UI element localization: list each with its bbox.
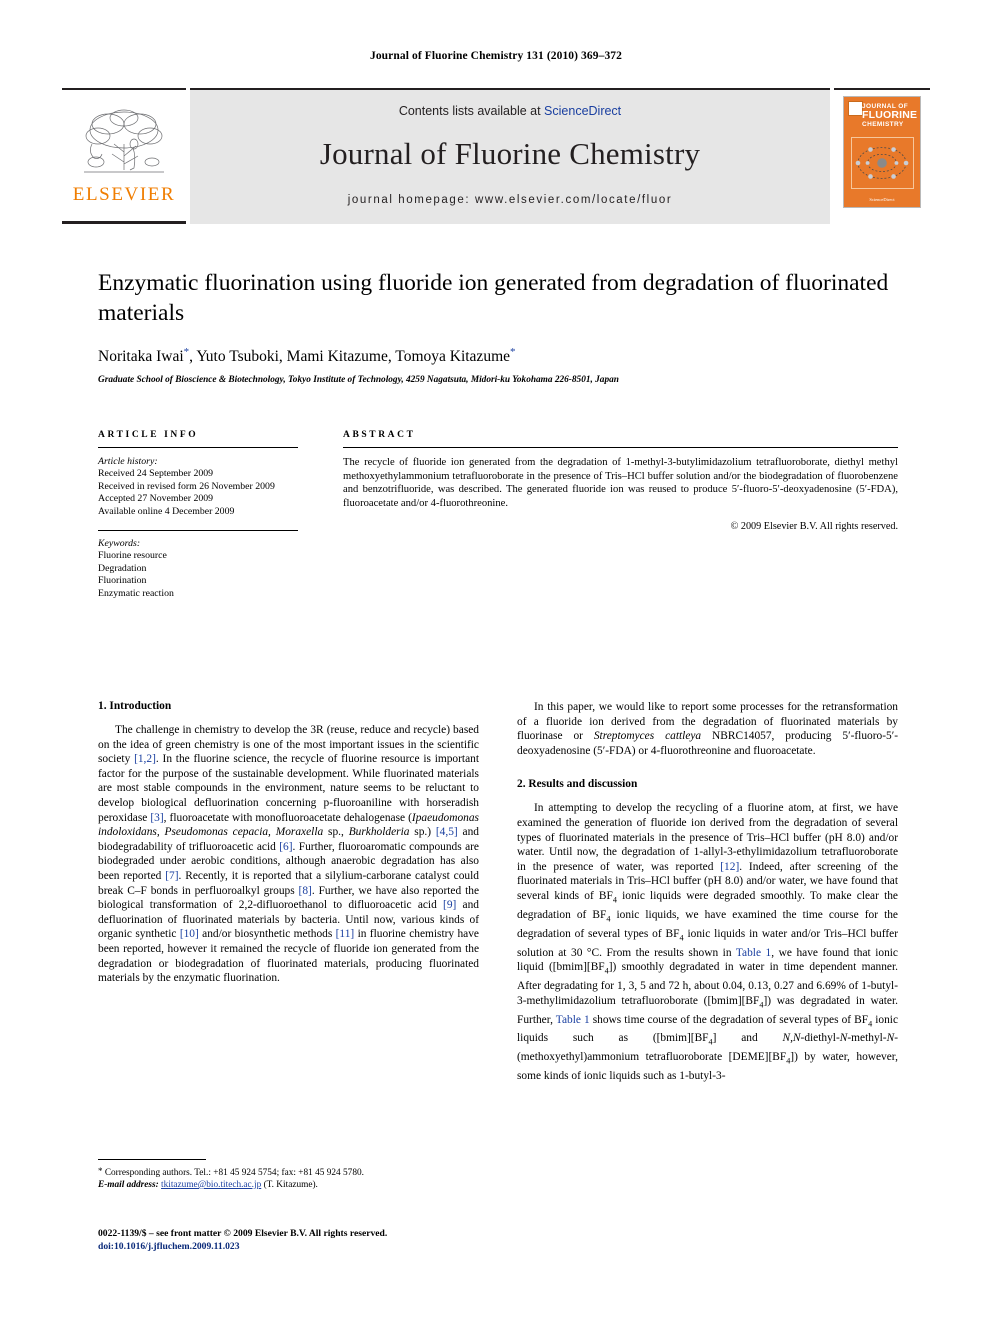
page-title: Enzymatic fluorination using fluoride io… <box>98 270 889 326</box>
article-history-label: Article history: <box>98 456 158 467</box>
atom-svg <box>855 147 909 179</box>
title-block: Enzymatic fluorination using fluoride io… <box>98 268 898 385</box>
atom-diagram-icon <box>851 137 914 189</box>
author-list: Noritaka Iwai*, Yuto Tsuboki, Mami Kitaz… <box>98 346 516 366</box>
cover-title-line3: CHEMISTRY <box>862 121 904 128</box>
article-history-3: Accepted 27 November 2009 <box>98 493 214 504</box>
keywords-label: Keywords: <box>98 538 141 549</box>
keyword-4: Enzymatic reaction <box>98 587 174 599</box>
cover-title: JOURNAL OF FLUORINE CHEMISTRY <box>862 102 917 129</box>
cover-footer: ScienceDirect <box>869 197 895 202</box>
journal-masthead: ELSEVIER Contents lists available at Sci… <box>62 88 930 224</box>
citation-6[interactable]: [6] <box>279 841 292 853</box>
journal-title: Journal of Fluorine Chemistry <box>319 136 701 171</box>
section-heading-introduction: 1. Introduction <box>98 700 172 712</box>
divider-2 <box>98 530 298 531</box>
article-history-4: Available online 4 December 2009 <box>98 505 235 517</box>
paper-page: Journal of Fluorine Chemistry 131 (2010)… <box>0 0 992 1323</box>
cover-title-line2: FLUORINE <box>862 109 918 121</box>
article-history-2: Received in revised form 26 November 200… <box>98 480 275 492</box>
asterisk-icon: * <box>98 1166 103 1176</box>
species-name-3: Streptomyces cattleya <box>593 730 702 743</box>
body-column-gap <box>479 700 517 1300</box>
citation-8[interactable]: [8] <box>299 885 312 897</box>
citation-7[interactable]: [7] <box>165 870 178 882</box>
keyword-1: Fluorine resource <box>98 550 167 561</box>
email-owner: (T. Kitazume). <box>263 1180 318 1190</box>
left-column: 1. Introduction The challenge in chemist… <box>98 700 479 1300</box>
citation-12[interactable]: [12] <box>720 861 739 873</box>
email-note: E-mail address: tkitazume@bio.titech.ac.… <box>98 1179 479 1191</box>
email-link[interactable]: tkitazume@bio.titech.ac.jp <box>161 1180 261 1190</box>
citation-11[interactable]: [11] <box>336 928 355 940</box>
text-frag: ] and <box>712 1032 783 1045</box>
citation-10[interactable]: [10] <box>180 928 199 940</box>
masthead-center: Contents lists available at ScienceDirec… <box>190 88 830 224</box>
copyright-line: © 2009 Elsevier B.V. All rights reserved… <box>730 521 898 533</box>
corresponding-marker-2[interactable]: * <box>510 346 516 358</box>
elsevier-wordmark: ELSEVIER <box>72 183 176 205</box>
citation-9[interactable]: [9] <box>443 899 456 911</box>
keyword-3: Fluorination <box>98 575 147 586</box>
text-frag: , fluoroacetate with monofluoroacetate d… <box>163 811 412 824</box>
elsevier-tree-icon <box>84 109 164 172</box>
keyword-2: Degradation <box>98 562 147 574</box>
column-gap <box>298 430 343 600</box>
body-columns: 1. Introduction The challenge in chemist… <box>98 700 898 1300</box>
paragraph-results: In attempting to develop the recycling o… <box>517 801 898 1083</box>
article-info-label: ARTICLE INFO <box>98 430 199 440</box>
doi-link[interactable]: doi:10.1016/j.jfluchem.2009.11.023 <box>98 1241 518 1254</box>
text-frag: shows time course of the degradation of … <box>589 1013 869 1026</box>
elsevier-badge-icon <box>848 101 863 116</box>
table-1-link-2[interactable]: Table 1 <box>556 1014 590 1026</box>
journal-cover-container: JOURNAL OF FLUORINE CHEMISTRY ScienceDir… <box>834 88 930 224</box>
journal-cover-thumbnail[interactable]: JOURNAL OF FLUORINE CHEMISTRY ScienceDir… <box>843 96 921 208</box>
text-frag: -diethyl- <box>800 1032 840 1045</box>
section-heading-results: 2. Results and discussion <box>517 778 638 791</box>
affiliation: Graduate School of Bioscience & Biotechn… <box>98 375 619 386</box>
citation-4-5[interactable]: [4,5] <box>436 826 458 838</box>
running-head: Journal of Fluorine Chemistry 131 (2010)… <box>369 50 623 62</box>
text-frag: and/or biosynthetic methods <box>198 928 336 941</box>
footnotes-block: * Corresponding authors. Tel.: +81 45 92… <box>98 1159 479 1191</box>
text-frag: sp.) <box>409 826 436 839</box>
paragraph-aims: In this paper, we would like to report s… <box>517 700 898 758</box>
citation-1-2[interactable]: [1,2] <box>134 753 156 765</box>
divider <box>98 447 298 448</box>
table-1-link[interactable]: Table 1 <box>736 947 771 959</box>
abstract-column: ABSTRACT The recycle of fluoride ion gen… <box>343 430 898 600</box>
info-abstract-block: ARTICLE INFO Article history: Received 2… <box>98 430 898 600</box>
text-frag: -methyl- <box>847 1032 887 1045</box>
corresponding-text: Corresponding authors. Tel.: +81 45 924 … <box>104 1168 364 1178</box>
issn-copyright: 0022-1139/$ – see front matter © 2009 El… <box>98 1228 388 1239</box>
contents-prefix: Contents lists available at <box>398 104 545 118</box>
abstract-text: The recycle of fluoride ion generated fr… <box>343 457 898 509</box>
corresponding-author-note: * Corresponding authors. Tel.: +81 45 92… <box>98 1165 479 1179</box>
divider-3 <box>343 447 898 448</box>
elsevier-logo: ELSEVIER <box>62 88 186 224</box>
article-history-1: Received 24 September 2009 <box>98 468 214 479</box>
chem-italic-1: N,N <box>782 1032 801 1045</box>
contents-available-line: Contents lists available at ScienceDirec… <box>190 90 830 118</box>
right-column: In this paper, we would like to report s… <box>517 700 898 1300</box>
imprint-block: 0022-1139/$ – see front matter © 2009 El… <box>98 1228 518 1253</box>
abstract-label: ABSTRACT <box>343 430 416 440</box>
citation-3[interactable]: [3] <box>150 812 163 824</box>
journal-homepage[interactable]: journal homepage: www.elsevier.com/locat… <box>190 194 830 206</box>
species-name-2: Burkholderia <box>348 826 410 839</box>
author-names: Noritaka Iwai <box>98 348 184 366</box>
email-label: E-mail address: <box>98 1180 159 1190</box>
paragraph-introduction: The challenge in chemistry to develop th… <box>98 723 479 986</box>
sciencedirect-link[interactable]: ScienceDirect <box>544 104 621 118</box>
text-frag: sp., <box>323 826 349 839</box>
article-info-column: ARTICLE INFO Article history: Received 2… <box>98 430 298 600</box>
footnote-divider <box>98 1159 206 1160</box>
